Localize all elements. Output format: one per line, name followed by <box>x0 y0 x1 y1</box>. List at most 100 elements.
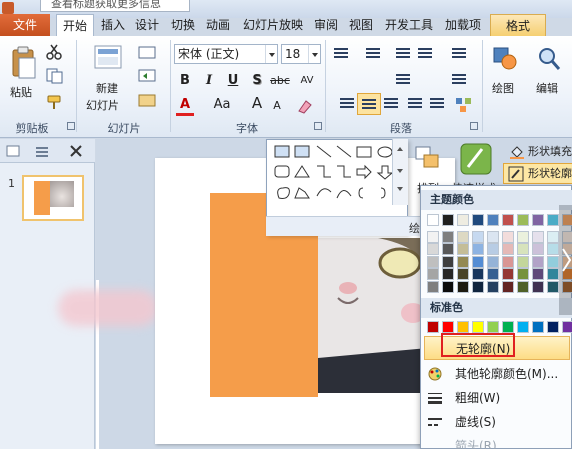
font-name-combo[interactable]: 宋体 (正文) <box>174 44 278 64</box>
tab-addins[interactable]: 加载项 <box>441 14 485 36</box>
theme-color-swatch[interactable] <box>472 230 484 243</box>
theme-color-swatch[interactable] <box>472 255 484 268</box>
tab-review[interactable]: 审阅 <box>311 14 341 36</box>
tab-insert[interactable]: 插入 <box>98 14 128 36</box>
slide-thumbnail[interactable] <box>22 175 84 221</box>
theme-color-swatch[interactable] <box>502 280 514 293</box>
theme-color-swatch[interactable] <box>457 243 469 255</box>
italic-button[interactable]: I <box>200 72 218 90</box>
standard-color-swatch[interactable] <box>517 321 529 333</box>
theme-color-swatch[interactable] <box>472 268 484 280</box>
theme-color-swatch[interactable] <box>502 255 514 268</box>
theme-color-swatch[interactable] <box>547 214 559 226</box>
paste-icon[interactable] <box>10 46 36 80</box>
standard-color-swatch[interactable] <box>472 321 484 333</box>
standard-color-swatch[interactable] <box>562 321 572 333</box>
standard-color-swatch[interactable] <box>547 321 559 333</box>
tab-animations[interactable]: 动画 <box>203 14 233 36</box>
theme-color-swatch[interactable] <box>487 230 499 243</box>
theme-color-swatch[interactable] <box>517 230 529 243</box>
theme-color-swatch[interactable] <box>442 280 454 293</box>
text-direction-icon[interactable] <box>452 48 466 60</box>
theme-color-swatch[interactable] <box>442 255 454 268</box>
more-colors-item[interactable]: 其他轮廓颜色(M)... <box>421 362 572 386</box>
elbow-arrow-icon[interactable] <box>337 165 351 178</box>
slides-tab-icon[interactable] <box>6 145 20 157</box>
smartart-icon[interactable] <box>454 96 474 114</box>
chevron-down-icon[interactable] <box>308 45 320 63</box>
theme-color-swatch[interactable] <box>487 214 499 226</box>
outline-tab-icon[interactable] <box>34 145 50 157</box>
weight-item[interactable]: 粗细(W) <box>421 386 572 410</box>
drawing-icon[interactable] <box>492 44 518 74</box>
clear-formatting-icon[interactable] <box>296 98 314 114</box>
grow-font-button[interactable]: A <box>248 94 266 112</box>
theme-color-swatch[interactable] <box>547 230 559 243</box>
theme-color-swatch[interactable] <box>442 214 454 226</box>
theme-color-swatch[interactable] <box>457 280 469 293</box>
tab-slideshow[interactable]: 幻灯片放映 <box>239 14 307 36</box>
tab-developer[interactable]: 开发工具 <box>381 14 437 36</box>
theme-color-swatch[interactable] <box>502 214 514 226</box>
theme-color-swatch[interactable] <box>487 280 499 293</box>
arc-icon[interactable] <box>336 190 352 199</box>
shadow-button[interactable]: S <box>248 72 266 90</box>
theme-color-swatch[interactable] <box>532 230 544 243</box>
theme-color-swatch[interactable] <box>547 280 559 293</box>
arrow-shape-icon[interactable] <box>336 145 352 158</box>
theme-color-swatch[interactable] <box>427 243 439 255</box>
oval-shape-icon[interactable] <box>377 146 393 158</box>
shrink-font-button[interactable]: A <box>268 97 286 115</box>
new-slide-label-2[interactable]: 幻灯片 <box>86 97 119 113</box>
theme-color-swatch[interactable] <box>517 268 529 280</box>
theme-color-swatch[interactable] <box>427 230 439 243</box>
strikethrough-button[interactable]: abc <box>268 72 292 90</box>
numbering-icon[interactable] <box>366 48 380 60</box>
theme-color-swatch[interactable] <box>547 268 559 280</box>
align-left-icon[interactable] <box>340 98 354 110</box>
distributed-icon[interactable] <box>430 98 444 110</box>
theme-color-swatch[interactable] <box>472 214 484 226</box>
tab-transitions[interactable]: 切换 <box>168 14 198 36</box>
theme-color-swatch[interactable] <box>427 268 439 280</box>
bullets-icon[interactable] <box>334 48 348 60</box>
standard-color-swatch[interactable] <box>427 321 439 333</box>
line-spacing-icon[interactable] <box>418 48 432 60</box>
rectangle-shape-icon[interactable] <box>356 146 372 158</box>
theme-color-swatch[interactable] <box>487 268 499 280</box>
powerpoint-app-icon[interactable] <box>2 2 14 14</box>
theme-color-swatch[interactable] <box>517 255 529 268</box>
cat-photo[interactable] <box>318 238 428 393</box>
copy-icon[interactable] <box>46 68 64 84</box>
chevron-down-icon[interactable] <box>265 45 277 63</box>
tab-design[interactable]: 设计 <box>132 14 162 36</box>
theme-color-swatch[interactable] <box>442 268 454 280</box>
freeform-icon[interactable] <box>277 187 290 199</box>
theme-color-swatch[interactable] <box>427 214 439 226</box>
tab-view[interactable]: 视图 <box>346 14 376 36</box>
underline-button[interactable]: U <box>224 72 242 90</box>
right-brace-icon[interactable] <box>380 187 386 199</box>
right-arrow-icon[interactable] <box>356 164 372 180</box>
left-brace-icon[interactable] <box>358 187 364 199</box>
shapes-scroll[interactable] <box>392 139 408 205</box>
quick-styles-icon[interactable] <box>458 141 494 177</box>
decrease-indent-icon[interactable] <box>396 48 410 60</box>
theme-color-swatch[interactable] <box>442 243 454 255</box>
theme-color-swatch[interactable] <box>517 214 529 226</box>
theme-color-swatch[interactable] <box>472 280 484 293</box>
theme-color-swatch[interactable] <box>472 243 484 255</box>
theme-color-swatch[interactable] <box>532 280 544 293</box>
shapes-grid[interactable] <box>271 144 397 214</box>
theme-color-swatch[interactable] <box>532 214 544 226</box>
shape-fill-button[interactable]: 形状填充 <box>506 142 572 162</box>
standard-color-swatch[interactable] <box>457 321 469 333</box>
curve-icon[interactable] <box>316 188 332 197</box>
theme-color-swatch[interactable] <box>547 243 559 255</box>
standard-color-swatch[interactable] <box>532 321 544 333</box>
standard-color-swatch[interactable] <box>487 321 499 333</box>
reset-icon[interactable] <box>138 69 158 83</box>
theme-color-swatch[interactable] <box>442 230 454 243</box>
clipboard-launcher-icon[interactable] <box>67 122 75 130</box>
font-launcher-icon[interactable] <box>314 122 322 130</box>
